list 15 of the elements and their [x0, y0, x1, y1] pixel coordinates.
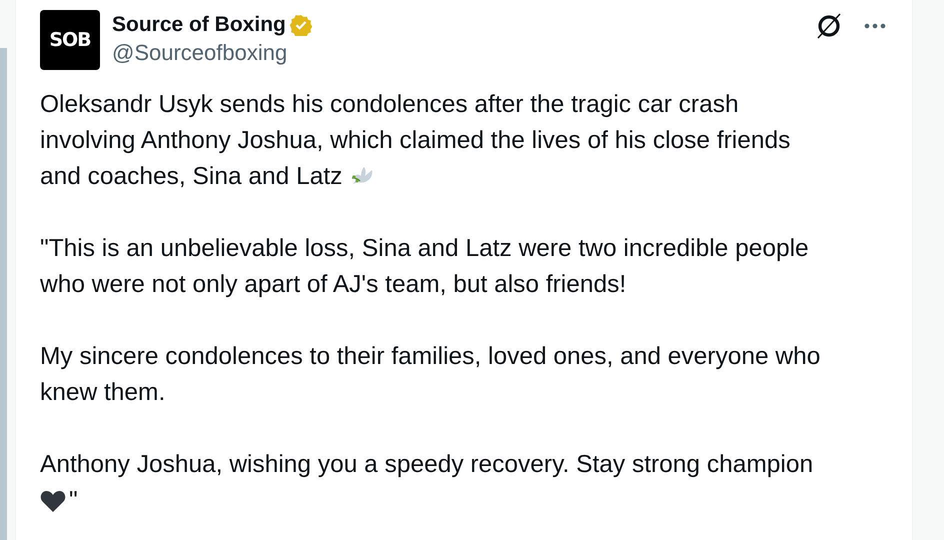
post-text: Oleksandr Usyk sends his condolences after the tragic car crash: [40, 90, 739, 120]
post-text: My sincere condolences to their families, loved ones, and everyone who: [40, 342, 820, 372]
post-text: involving Anthony Joshua, which claimed the lives of his close friends: [40, 126, 790, 156]
scrollbar[interactable]: [0, 48, 7, 540]
post-text: Anthony Joshua, wishing you a speedy recovery. Stay strong champion: [40, 450, 814, 480]
author-name[interactable]: Source of Boxing: [112, 13, 286, 37]
post-text: and coaches, Sina and Latz: [40, 162, 342, 192]
post-text: ": [69, 486, 78, 516]
more-icon[interactable]: [864, 23, 886, 29]
post-text: who were not only apart of AJ's team, but also friends!: [40, 270, 626, 300]
post-text: "This is an unbelievable loss, Sina and Latz were two incredible people: [40, 234, 809, 264]
author-handle[interactable]: @Sourceofboxing: [112, 40, 312, 66]
post-text: knew them.: [40, 378, 166, 408]
avatar-logo[interactable]: SOB: [40, 10, 100, 70]
heart-icon: [40, 489, 66, 513]
